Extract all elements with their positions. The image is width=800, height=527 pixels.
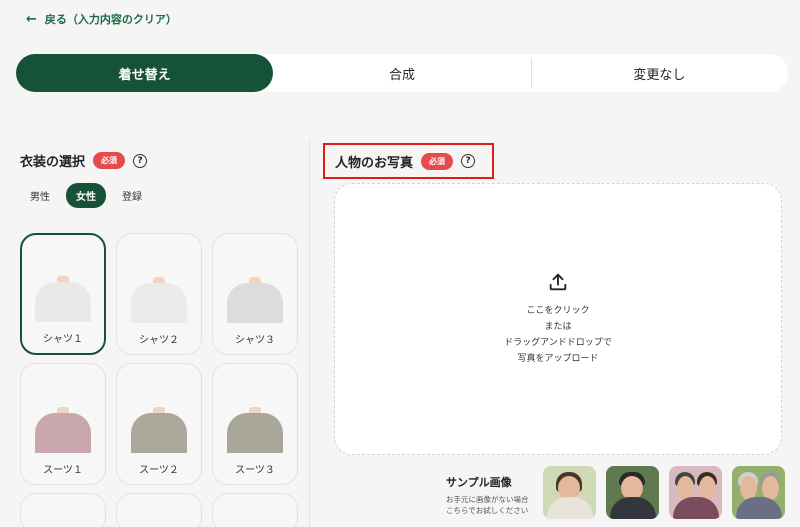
sample-thumbnails (543, 466, 785, 519)
upload-hint-2: または (544, 322, 572, 332)
costume-card-shirt-1[interactable]: シャツ１ (20, 233, 106, 355)
costume-label: スーツ１ (43, 465, 83, 476)
costume-card-more[interactable] (20, 493, 106, 527)
tab-no-change[interactable]: 変更なし (530, 54, 788, 92)
upload-icon (549, 273, 567, 291)
mode-tabs: 着せ替え 合成 変更なし (16, 54, 788, 92)
column-divider (309, 140, 310, 527)
costume-card-more[interactable] (116, 493, 202, 527)
costume-label: スーツ３ (235, 465, 275, 476)
sample-images-label: サンプル画像 お手元に画像がない場合 こちらでお試しください (446, 474, 529, 516)
costume-label: シャツ１ (43, 334, 83, 345)
help-icon[interactable]: ? (461, 154, 476, 168)
sample-subtitle-2: こちらでお試しください (446, 506, 529, 515)
arrow-left-icon: ← (26, 11, 37, 27)
costume-label: スーツ２ (139, 465, 179, 476)
sample-photo-4[interactable] (732, 466, 785, 519)
sample-photo-1[interactable] (543, 466, 596, 519)
upload-hint-4: 写真をアップロード (517, 354, 599, 364)
suit-image (223, 397, 287, 453)
sample-title: サンプル画像 (446, 476, 512, 489)
required-badge: 必須 (93, 152, 126, 169)
tab-dress-up[interactable]: 着せ替え (16, 54, 274, 92)
costume-title-text: 衣装の選択 (20, 155, 86, 170)
person-section-title: 人物のお写真 必須 ? (323, 143, 494, 179)
suit-image (31, 397, 95, 453)
costume-card-more[interactable] (212, 493, 298, 527)
sample-subtitle-1: お手元に画像がない場合 (446, 495, 529, 504)
upload-hint-1: ここをクリック (526, 306, 590, 316)
photo-upload-dropzone[interactable]: ここをクリック または ドラッグアンドドロップで 写真をアップロード (334, 183, 782, 455)
costume-card-suit-2[interactable]: スーツ２ (116, 363, 202, 485)
costume-card-shirt-3[interactable]: シャツ３ (212, 233, 298, 355)
tab-composite[interactable]: 合成 (273, 54, 530, 92)
back-link[interactable]: ← 戻る（入力内容のクリア） (26, 11, 177, 27)
shirt-image (223, 267, 287, 323)
costume-label: シャツ２ (139, 335, 179, 346)
filter-registered[interactable]: 登録 (112, 183, 152, 208)
costume-label: シャツ３ (235, 335, 275, 346)
gender-filter: 男性 女性 登録 (20, 183, 152, 208)
person-title-text: 人物のお写真 (335, 155, 414, 171)
required-badge: 必須 (421, 152, 454, 170)
costume-card-suit-1[interactable]: スーツ１ (20, 363, 106, 485)
costume-card-shirt-2[interactable]: シャツ２ (116, 233, 202, 355)
shirt-image (127, 267, 191, 323)
back-label: 戻る（入力内容のクリア） (44, 13, 177, 26)
costume-section-title: 衣装の選択 必須 ? (20, 151, 148, 170)
help-icon[interactable]: ? (133, 153, 148, 168)
sample-photo-2[interactable] (606, 466, 659, 519)
upload-hint-3: ドラッグアンドドロップで (504, 338, 612, 348)
filter-female[interactable]: 女性 (66, 183, 106, 208)
shirt-image (31, 266, 95, 322)
sample-photo-3[interactable] (669, 466, 722, 519)
costume-grid: シャツ１ シャツ２ シャツ３ スーツ１ スーツ２ スーツ３ (20, 233, 300, 527)
costume-card-suit-3[interactable]: スーツ３ (212, 363, 298, 485)
suit-image (127, 397, 191, 453)
filter-male[interactable]: 男性 (20, 183, 60, 208)
